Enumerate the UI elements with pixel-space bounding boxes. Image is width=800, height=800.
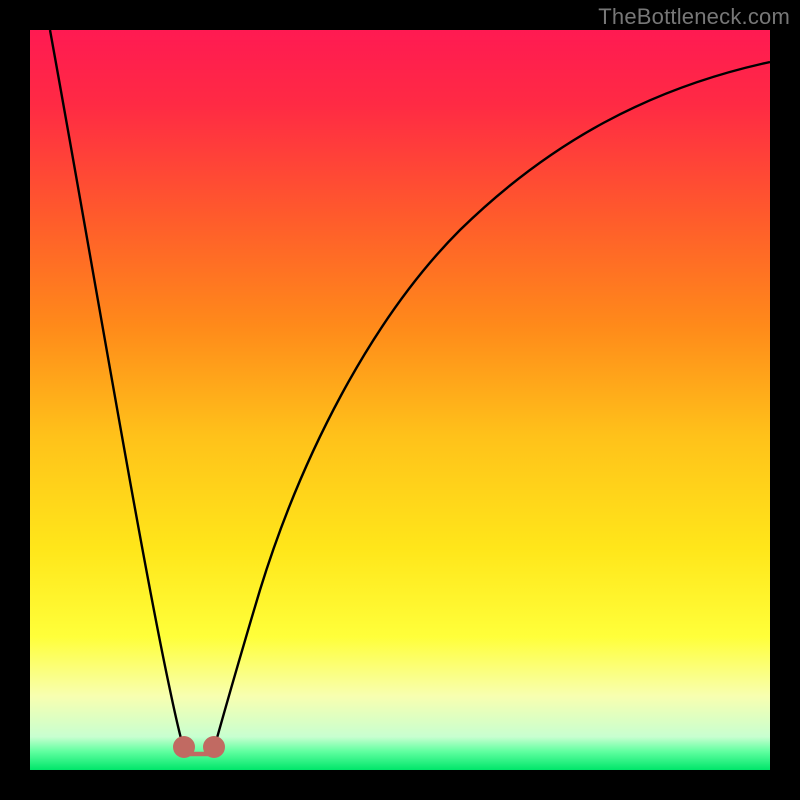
bottleneck-curve-left [50, 30, 185, 752]
plot-area [30, 30, 770, 770]
bottleneck-curve-right [213, 62, 770, 752]
watermark-text: TheBottleneck.com [598, 4, 790, 30]
chart-frame: TheBottleneck.com [0, 0, 800, 800]
curve-layer [30, 30, 770, 770]
